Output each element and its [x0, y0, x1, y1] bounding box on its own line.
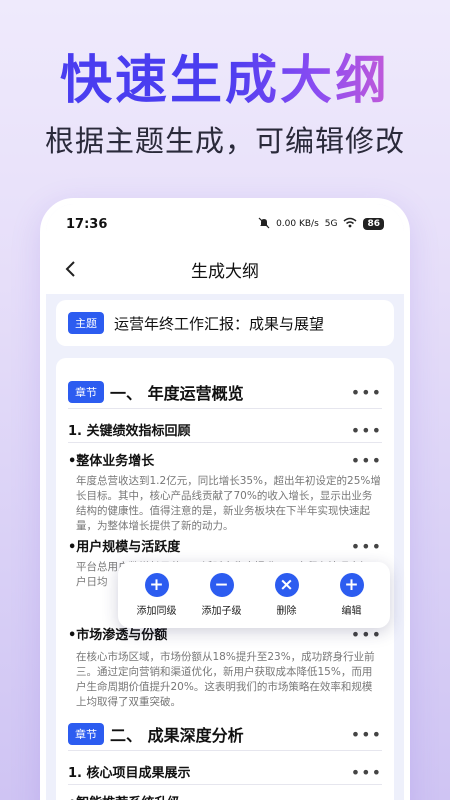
- more-icon[interactable]: •••: [351, 423, 382, 439]
- topic-text: 运营年终工作汇报：成果与展望: [114, 314, 325, 333]
- divider: [68, 750, 382, 751]
- divider: [68, 408, 382, 409]
- more-icon[interactable]: •••: [351, 385, 382, 401]
- chapter-title: 二、 成果深度分析: [110, 726, 244, 745]
- item-text: 在核心市场区域，市场份额从18%提升至23%，成功跻身行业前三。通过定向营销和渠…: [76, 651, 375, 708]
- phone-frame: 17:36 0.00 KB/s 5G 86 生成大纲 主题 运营年终工作汇报：成…: [40, 198, 410, 800]
- chapter-title: 一、 年度运营概览: [110, 384, 244, 403]
- edit-button[interactable]: + 编辑: [321, 573, 383, 617]
- topic-card[interactable]: 主题 运营年终工作汇报：成果与展望: [56, 300, 394, 346]
- hero-title-part-a: 快速生: [59, 51, 225, 111]
- status-bar: 17:36 0.00 KB/s 5G 86: [46, 204, 404, 244]
- more-icon[interactable]: •••: [351, 727, 382, 743]
- chapter-row[interactable]: 章节 一、 年度运营概览: [68, 380, 382, 404]
- hero-subtitle: 根据主题生成，可编辑修改: [44, 124, 405, 158]
- add-child-label: 添加子级: [201, 606, 242, 617]
- status-system: 0.00 KB/s 5G 86: [258, 217, 384, 232]
- status-time: 17:36: [66, 216, 108, 232]
- chevron-left-icon[interactable]: [60, 258, 82, 280]
- divider: [68, 784, 382, 785]
- item-title[interactable]: •整体业务增长: [68, 450, 382, 469]
- add-child-button[interactable]: − 添加子级: [191, 573, 253, 617]
- net-speed: 0.00 KB/s: [276, 219, 319, 229]
- delete-label: 删除: [276, 606, 297, 617]
- network-type: 5G: [324, 219, 338, 229]
- section-title[interactable]: 1. 核心项目成果展示: [68, 762, 382, 781]
- minus-icon: −: [209, 573, 234, 597]
- chapter-row[interactable]: 章节 二、 成果深度分析: [68, 722, 382, 746]
- delete-button[interactable]: × 删除: [256, 573, 318, 617]
- plus-icon: +: [144, 573, 169, 597]
- hero-title-part-b: 成大纲: [225, 51, 391, 111]
- topic-tag: 主题: [68, 312, 104, 334]
- more-icon[interactable]: •••: [351, 453, 382, 469]
- page-title: 生成大纲: [191, 261, 259, 282]
- section-title[interactable]: 1. 关键绩效指标回顾: [68, 420, 382, 439]
- plus-icon: +: [339, 573, 364, 597]
- hero-title: 快速生成大纲: [0, 38, 450, 113]
- item-text: 年度总营收达到1.2亿元，同比增长35%，超出年初设定的25%增长目标。其中，核…: [76, 475, 381, 532]
- app-screen: 17:36 0.00 KB/s 5G 86 生成大纲 主题 运营年终工作汇报：成…: [46, 204, 404, 800]
- more-icon[interactable]: •••: [351, 539, 382, 555]
- more-icon[interactable]: •••: [351, 765, 382, 781]
- mute-icon: [258, 217, 270, 232]
- chapter-tag: 章节: [68, 381, 104, 403]
- close-icon: ×: [274, 573, 299, 597]
- chapter-tag: 章节: [68, 723, 104, 745]
- wifi-icon: [343, 217, 357, 231]
- add-sibling-label: 添加同级: [136, 606, 177, 617]
- edit-label: 编辑: [341, 606, 362, 617]
- action-popup: + 添加同级 − 添加子级 × 删除 + 编辑: [118, 562, 390, 628]
- nav-bar: 生成大纲: [46, 244, 404, 294]
- battery-indicator: 86: [363, 218, 384, 230]
- divider: [68, 442, 382, 443]
- item-title[interactable]: •用户规模与活跃度: [68, 536, 382, 555]
- add-sibling-button[interactable]: + 添加同级: [126, 573, 188, 617]
- more-icon[interactable]: •••: [351, 627, 382, 643]
- item-title[interactable]: •智能推荐系统升级: [68, 792, 382, 800]
